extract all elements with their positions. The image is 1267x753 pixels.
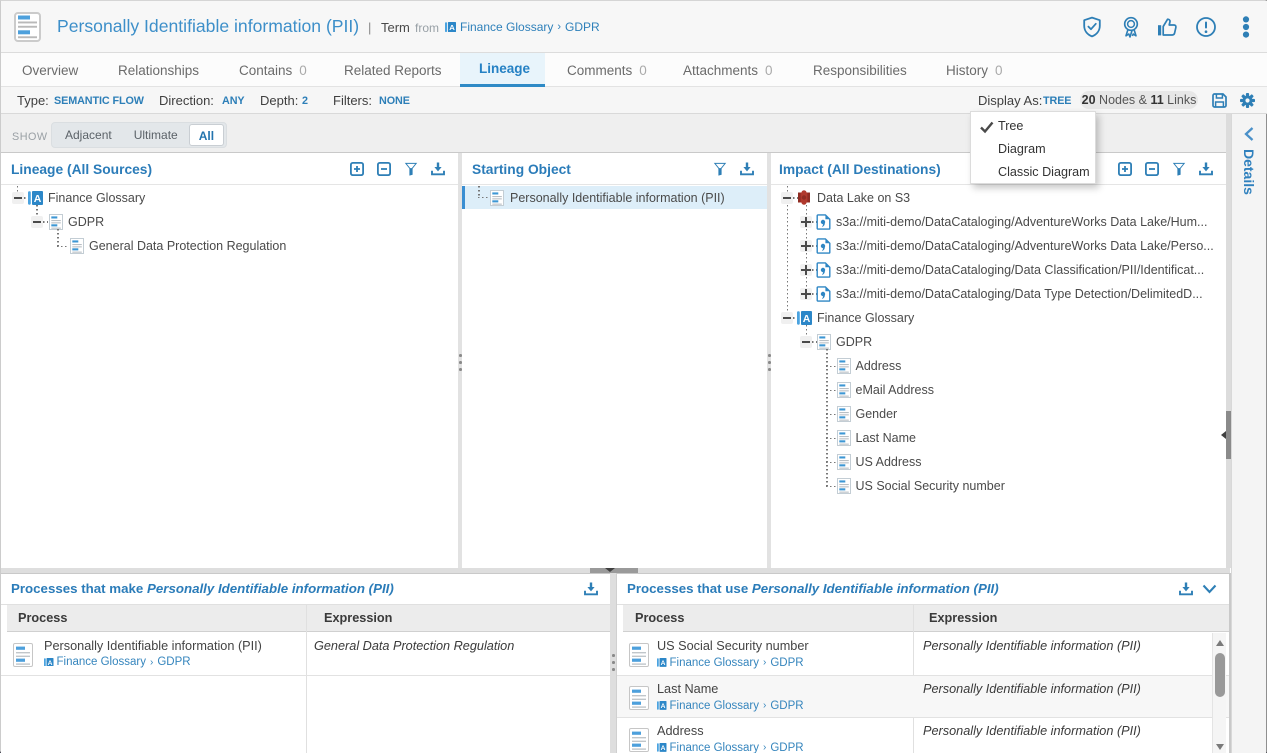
- svg-text:A: A: [34, 192, 42, 204]
- svg-text:A: A: [803, 312, 811, 324]
- svg-text:A: A: [661, 660, 666, 667]
- svg-text:A: A: [661, 745, 666, 752]
- svg-text:A: A: [449, 23, 455, 32]
- svg-text:A: A: [661, 703, 666, 710]
- svg-text:A: A: [48, 659, 53, 666]
